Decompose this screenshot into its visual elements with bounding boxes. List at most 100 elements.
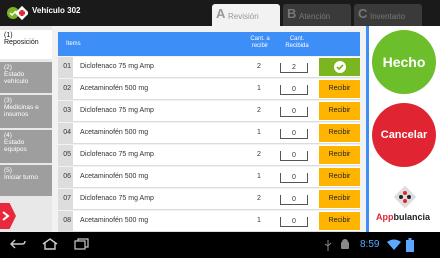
table-row: 02 Acetaminofén 500 mg 1 0 Recibir (58, 79, 360, 100)
row-index: 01 (58, 57, 73, 77)
item-name: Acetaminofén 500 mg (80, 217, 149, 224)
step-number: (2) (4, 64, 12, 71)
item-name: Acetaminofén 500 mg (80, 129, 149, 136)
step-medicinas[interactable]: (3) Medicinas e insumos (0, 95, 52, 129)
check-icon (334, 61, 346, 73)
table-row: 01 Diclofenaco 75 mg Amp 2 2 (58, 57, 360, 78)
quantity-received-input[interactable]: 0 (280, 195, 308, 205)
quantity-to-receive: 2 (257, 195, 261, 202)
table-row: 05 Diclofenaco 75 mg Amp 2 0 Recibir (58, 145, 360, 166)
step-number: (1) (4, 32, 13, 39)
receive-button[interactable]: Recibir (319, 102, 360, 120)
table-row: 03 Diclofenaco 75 mg Amp 2 0 Recibir (58, 101, 360, 122)
tab-label: Atención (299, 12, 331, 21)
home-icon[interactable] (42, 238, 58, 250)
quantity-received-input[interactable]: 0 (280, 85, 308, 95)
status-clock: 8:59 (360, 239, 380, 250)
step-number: (5) (4, 167, 12, 174)
panel-divider (366, 26, 369, 232)
step-sidebar: (1) Reposición (2) Estado vehículo (3) M… (0, 26, 52, 232)
brand-suffix: bulancia (393, 212, 431, 222)
brand-name: Appbulancia (376, 212, 430, 222)
row-index: 03 (58, 101, 73, 121)
step-label: Estado vehículo (4, 71, 29, 85)
received-confirmed-button[interactable] (319, 58, 360, 76)
table-row: 06 Acetaminofén 500 mg 1 0 Recibir (58, 167, 360, 188)
step-label: Reposición (4, 39, 39, 46)
step-number: (4) (4, 132, 12, 139)
row-index: 02 (58, 79, 73, 99)
item-name: Diclofenaco 75 mg Amp (80, 107, 154, 114)
header-cant-recibir: Cant. a recibir (250, 36, 270, 49)
receive-button[interactable]: Recibir (319, 190, 360, 208)
step-number: (3) (4, 97, 12, 104)
top-bar: Vehículo 302 A Revisión B Atención C Inv… (0, 0, 440, 26)
item-name: Diclofenaco 75 mg Amp (80, 63, 154, 70)
step-label: Estado equipos (4, 139, 27, 153)
quantity-to-receive: 1 (257, 85, 261, 92)
tab-letter: A (216, 6, 226, 21)
tab-label: Revisión (228, 12, 259, 21)
header-cant-recibida: Cant. Recibida (285, 36, 309, 49)
quantity-received-input[interactable]: 0 (280, 151, 308, 161)
tab-atencion[interactable]: B Atención (283, 4, 351, 26)
android-icon (341, 239, 349, 249)
row-index: 06 (58, 167, 73, 187)
table-row: 07 Diclofenaco 75 mg Amp 2 0 Recibir (58, 189, 360, 210)
item-name: Diclofenaco 75 mg Amp (80, 151, 154, 158)
usb-icon (324, 240, 332, 251)
table-row: 08 Acetaminofén 500 mg 1 0 Recibir (58, 211, 360, 232)
app-logo-icon (7, 5, 28, 21)
receive-button[interactable]: Recibir (319, 124, 360, 142)
chevron-right-icon (2, 211, 10, 221)
quantity-to-receive: 2 (257, 107, 261, 114)
quantity-received-input[interactable]: 0 (280, 129, 308, 139)
ambulance-logo-icon (393, 185, 417, 209)
brand-prefix: App (376, 212, 394, 222)
cancel-button[interactable]: Cancelar (372, 103, 436, 167)
quantity-to-receive: 1 (257, 173, 261, 180)
row-index: 05 (58, 145, 73, 165)
step-label: Medicinas e insumos (4, 104, 39, 118)
step-reposicion[interactable]: (1) Reposición (0, 30, 52, 60)
done-button[interactable]: Hecho (372, 30, 436, 94)
step-estado-equipos[interactable]: (4) Estado equipos (0, 130, 52, 164)
step-estado-vehiculo[interactable]: (2) Estado vehículo (0, 62, 52, 94)
wifi-icon (387, 239, 401, 250)
quantity-to-receive: 1 (257, 129, 261, 136)
tab-revision[interactable]: A Revisión (212, 4, 280, 26)
app-title: Vehículo 302 (32, 6, 81, 15)
item-name: Acetaminofén 500 mg (80, 85, 149, 92)
step-iniciar-turno[interactable]: (5) Iniciar turno (0, 165, 52, 197)
receive-button[interactable]: Recibir (319, 80, 360, 98)
tab-letter: C (358, 6, 368, 21)
row-index: 04 (58, 123, 73, 143)
receive-button[interactable]: Recibir (319, 212, 360, 230)
tab-label: Inventario (370, 12, 406, 21)
receive-button[interactable]: Recibir (319, 168, 360, 186)
quantity-received-input[interactable]: 2 (280, 63, 308, 73)
battery-icon (406, 238, 414, 252)
tab-inventario[interactable]: C Inventario (354, 4, 422, 26)
item-name: Diclofenaco 75 mg Amp (80, 195, 154, 202)
table-row: 04 Acetaminofén 500 mg 1 0 Recibir (58, 123, 360, 144)
quantity-to-receive: 2 (257, 151, 261, 158)
header-items: Items (66, 41, 81, 47)
item-name: Acetaminofén 500 mg (80, 173, 149, 180)
quantity-received-input[interactable]: 0 (280, 107, 308, 117)
system-nav-bar: 8:59 (0, 232, 440, 258)
app-window: Vehículo 302 A Revisión B Atención C Inv… (0, 0, 440, 258)
next-step-button[interactable] (0, 203, 16, 229)
row-index: 08 (58, 211, 73, 231)
quantity-to-receive: 1 (257, 217, 261, 224)
quantity-to-receive: 2 (257, 63, 261, 70)
receive-button[interactable]: Recibir (319, 146, 360, 164)
step-label: Iniciar turno (4, 174, 38, 181)
quantity-received-input[interactable]: 0 (280, 173, 308, 183)
quantity-received-input[interactable]: 0 (280, 217, 308, 227)
recent-apps-icon[interactable] (74, 238, 90, 250)
back-icon[interactable] (10, 238, 26, 250)
row-index: 07 (58, 189, 73, 209)
tab-letter: B (287, 6, 297, 21)
table-header: Items Cant. a recibir Cant. Recibida (58, 32, 360, 56)
